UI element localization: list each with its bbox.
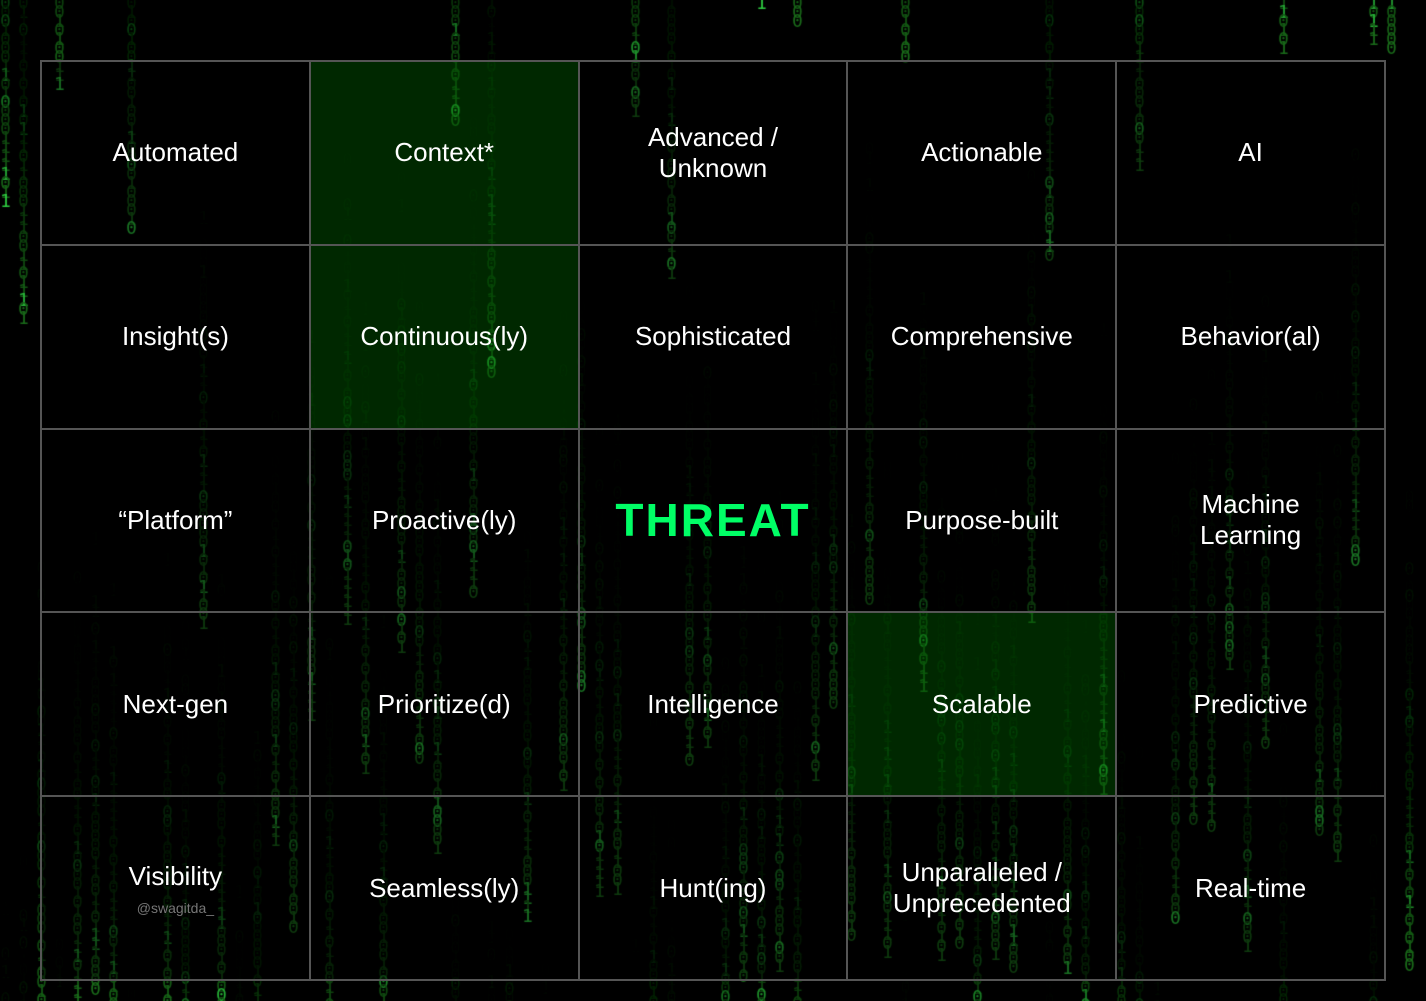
cell-r2-c0: “Platform” xyxy=(41,429,310,613)
cell-r3-c0: Next-gen xyxy=(41,612,310,796)
cell-label-r4-c0: Visibility xyxy=(52,861,299,892)
cell-label-r3-c1: Prioritize(d) xyxy=(321,689,568,720)
cell-r3-c1: Prioritize(d) xyxy=(310,612,579,796)
cell-label-r1-c0: Insight(s) xyxy=(52,321,299,352)
cell-label-r1-c2: Sophisticated xyxy=(590,321,837,352)
cell-r2-c3: Purpose-built xyxy=(847,429,1116,613)
cell-label-r2-c4: Machine Learning xyxy=(1127,489,1374,551)
cell-r1-c3: Comprehensive xyxy=(847,245,1116,429)
cell-label-r4-c3: Unparalleled / Unprecedented xyxy=(858,857,1105,919)
cell-r4-c1: Seamless(ly) xyxy=(310,796,579,980)
cell-label-r3-c3: Scalable xyxy=(858,689,1105,720)
cell-r0-c2: Advanced / Unknown xyxy=(579,61,848,245)
cell-r1-c2: Sophisticated xyxy=(579,245,848,429)
cell-label-r2-c1: Proactive(ly) xyxy=(321,505,568,536)
cell-r1-c4: Behavior(al) xyxy=(1116,245,1385,429)
cell-r2-c1: Proactive(ly) xyxy=(310,429,579,613)
cell-label-r3-c2: Intelligence xyxy=(590,689,837,720)
cell-label-r2-c3: Purpose-built xyxy=(858,505,1105,536)
cell-r1-c1: Continuous(ly) xyxy=(310,245,579,429)
cell-label-r1-c1: Continuous(ly) xyxy=(321,321,568,352)
cell-label-r0-c1: Context* xyxy=(321,137,568,168)
cell-label-r1-c4: Behavior(al) xyxy=(1127,321,1374,352)
cell-label-r2-c0: “Platform” xyxy=(52,505,299,536)
cell-r4-c4: Real-time xyxy=(1116,796,1385,980)
cell-label-r1-c3: Comprehensive xyxy=(858,321,1105,352)
attribution: @swagitda_ xyxy=(52,900,299,916)
cell-r3-c4: Predictive xyxy=(1116,612,1385,796)
cell-label-r3-c0: Next-gen xyxy=(52,689,299,720)
cell-r0-c0: Automated xyxy=(41,61,310,245)
cell-label-r4-c2: Hunt(ing) xyxy=(590,873,837,904)
cell-r2-c2: THREAT xyxy=(579,429,848,613)
cell-label-r0-c0: Automated xyxy=(52,137,299,168)
cell-label-r4-c4: Real-time xyxy=(1127,873,1374,904)
cell-label-r0-c4: AI xyxy=(1127,137,1374,168)
cell-r3-c3: Scalable xyxy=(847,612,1116,796)
bingo-grid: Automated Context* Advanced / Unknown Actio… xyxy=(40,60,1386,981)
cell-r0-c3: Actionable xyxy=(847,61,1116,245)
cell-label-r0-c2: Advanced / Unknown xyxy=(590,122,837,184)
cell-r4-c3: Unparalleled / Unprecedented xyxy=(847,796,1116,980)
cell-r4-c0: Visibility @swagitda_ xyxy=(41,796,310,980)
cell-r0-c4: AI xyxy=(1116,61,1385,245)
cell-r4-c2: Hunt(ing) xyxy=(579,796,848,980)
cell-label-r2-c2: THREAT xyxy=(590,493,837,548)
cell-r0-c1: Context* xyxy=(310,61,579,245)
cell-r3-c2: Intelligence xyxy=(579,612,848,796)
cell-label-r0-c3: Actionable xyxy=(858,137,1105,168)
cell-label-r3-c4: Predictive xyxy=(1127,689,1374,720)
cell-label-r4-c1: Seamless(ly) xyxy=(321,873,568,904)
cell-r2-c4: Machine Learning xyxy=(1116,429,1385,613)
cell-r1-c0: Insight(s) xyxy=(41,245,310,429)
